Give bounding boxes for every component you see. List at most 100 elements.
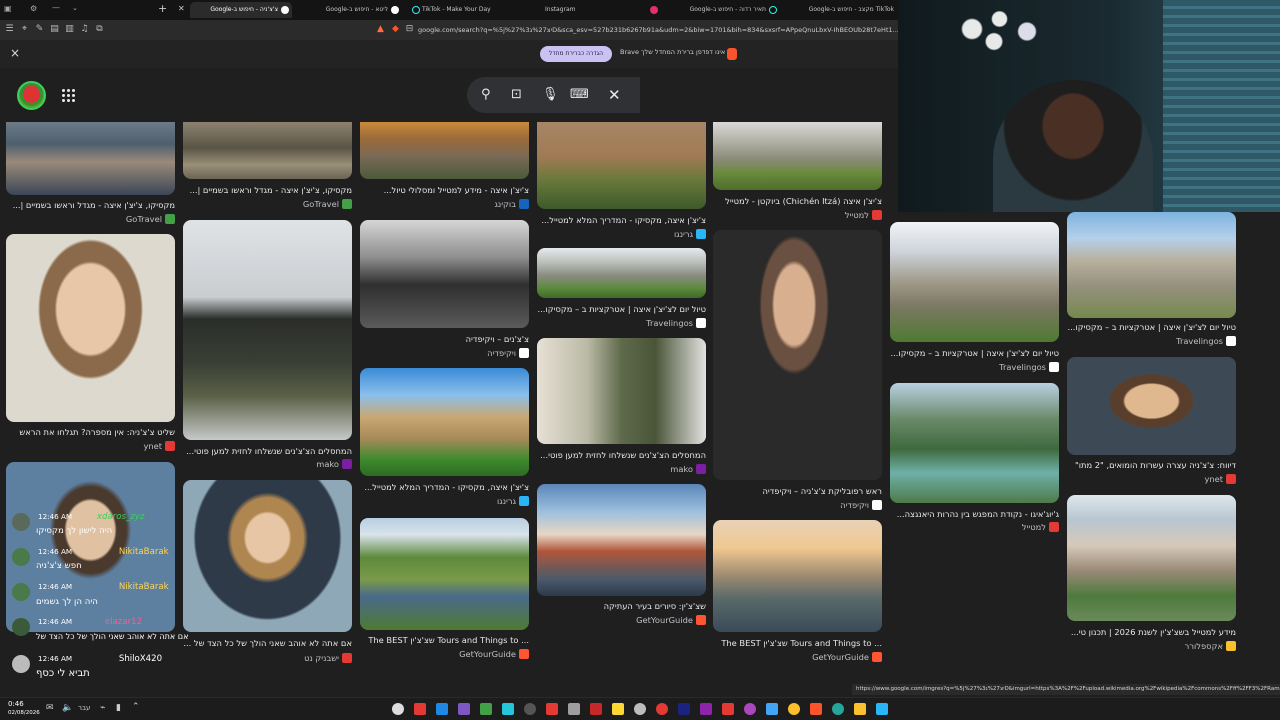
image-result[interactable]: The BEST שצ'צ'ין Tours and Things to ...…	[360, 518, 529, 662]
image-result[interactable]: מקסיקו, צ'יצ'ן איצה - מגדל וראשו בשמיים …	[6, 122, 175, 226]
image-result[interactable]: שצ'צ'ין: סיורים בעיר העתיקה GetYourGuide	[537, 484, 706, 630]
pyramid-image	[890, 222, 1059, 342]
windows-icon[interactable]	[876, 703, 888, 715]
result-source: למטייל	[845, 210, 882, 220]
image-result[interactable]: ג'יוג'איגו - נקודת המפגש בין נהרות היאנג…	[890, 383, 1059, 535]
city-waterfront-image	[537, 484, 706, 596]
app-icon[interactable]	[590, 703, 602, 715]
sidebar-icon[interactable]: ▥	[64, 24, 75, 35]
search-header: ⚲ ⊡ 🎙 ⌨ ✕	[0, 68, 898, 122]
app-icon[interactable]	[788, 703, 800, 715]
app-icon[interactable]	[568, 703, 580, 715]
image-result[interactable]: צ'יצ'ן איצה - מידע למטייל ומסלולי טיול..…	[360, 122, 529, 212]
image-result[interactable]: אם אתה לא אוהב שאני הולך של כל הצד של ..…	[183, 480, 352, 666]
edge-icon[interactable]	[832, 703, 844, 715]
notification-icon[interactable]: ✉	[46, 703, 54, 713]
new-tab-button[interactable]: +	[158, 2, 167, 15]
app-icon[interactable]	[392, 703, 404, 715]
result-caption: המחסלים הצ'צ'נים שנשלחו לחזית למען פוטי.…	[540, 450, 706, 460]
battery-icon[interactable]: ▮	[116, 703, 121, 713]
image-result[interactable]: דיווח: צ'צ'ניה עצרה עשרות הומואים, "2 מת…	[1067, 357, 1236, 487]
image-result[interactable]: צ'יצ'ן איצה, מקסיקו - המדריך המלא למטייל…	[537, 122, 706, 240]
lens-icon[interactable]: ⊡	[511, 86, 522, 104]
app-icon[interactable]	[634, 703, 646, 715]
screenshot-icon[interactable]: ⧉	[94, 24, 105, 35]
app-icon[interactable]	[524, 703, 536, 715]
close-icon[interactable]: ×	[10, 46, 20, 60]
bookmark-icon[interactable]: ⌖	[19, 24, 30, 35]
tab-tiktok[interactable]: TikTok - Make Your Day	[410, 2, 520, 18]
keyboard-icon[interactable]: ⌨	[570, 86, 589, 104]
set-default-button[interactable]: הגדרה כברירת מחדל	[540, 46, 612, 62]
app-icon[interactable]	[436, 703, 448, 715]
search-icon[interactable]: ⚲	[481, 86, 491, 104]
result-source: למטייל	[1022, 522, 1059, 532]
app-icon[interactable]	[458, 703, 470, 715]
close-icon[interactable]: ✕	[608, 86, 621, 104]
chevron-up-icon[interactable]: ⌃	[132, 702, 140, 712]
music-icon[interactable]: ♫	[79, 24, 90, 35]
image-result[interactable]: מקסיקו, צ'יצ'ן איצה - מגדל וראשו בשמיים …	[183, 122, 352, 212]
castle-aerial-image	[1067, 495, 1236, 621]
apps-grid-icon[interactable]	[62, 89, 75, 102]
image-result[interactable]: צ'יצ'ן איצה, מקסיקו - המדריך המלא למטייל…	[360, 368, 529, 506]
search-input[interactable]: ⚲ ⊡ 🎙 ⌨ ✕	[467, 77, 640, 113]
app-icon[interactable]	[612, 703, 624, 715]
window-blinds	[1163, 0, 1280, 212]
tab-chechnya[interactable]: צ'צ'ניה - חיפוש ב-Google	[190, 2, 292, 18]
result-caption: The BEST שצ'צ'ין Tours and Things to ...	[368, 635, 529, 645]
image-result[interactable]: טיול יום לצ'יצ'ן איצה | אטרקציות ב – מקס…	[890, 222, 1059, 374]
image-result[interactable]: טיול יום לצ'יצ'ן איצה | אטרקציות ב – מקס…	[1067, 212, 1236, 350]
avatar	[12, 583, 30, 601]
avatar	[12, 548, 30, 566]
app-icon[interactable]	[546, 703, 558, 715]
image-result[interactable]: צ'צ'נים – ויקיפדיה ויקיפדיה	[360, 220, 529, 360]
chat-text: חפש צ'צ'ניה	[36, 561, 82, 571]
chat-user: elazar12	[104, 617, 143, 627]
tab-lithuania[interactable]: ליטא - חיפוש ב-Google	[310, 2, 402, 18]
app-icon[interactable]	[722, 703, 734, 715]
downloads-icon[interactable]: ▤	[49, 24, 60, 35]
menu-icon[interactable]: ☰	[4, 24, 15, 35]
folder-icon[interactable]	[854, 703, 866, 715]
minimize-icon[interactable]: —	[52, 3, 60, 12]
volume-icon[interactable]: 🔈	[62, 703, 73, 713]
image-result[interactable]: המחסלים הצ'צ'נים שנשלחו לחזית למען פוטי.…	[537, 338, 706, 476]
app-icon[interactable]	[656, 703, 668, 715]
image-result[interactable]: שליט צ'צ'ניה: אין מספרה? תגלחו את הראש y…	[6, 234, 175, 454]
mic-icon[interactable]: 🎙	[542, 86, 559, 104]
app-icon[interactable]	[744, 703, 756, 715]
image-result[interactable]: The BEST שצ'צ'ין Tours and Things to ...…	[713, 520, 882, 666]
agave-pyramid-image	[537, 122, 706, 209]
tab-tair[interactable]: תאיר רדוה - חיפוש ב-Google	[680, 2, 780, 18]
image-result[interactable]: ראש רפובליקת צ'צ'ניה – ויקיפדיה ויקיפדיה	[713, 230, 882, 512]
brave-icon[interactable]	[810, 703, 822, 715]
network-icon[interactable]: ⌁	[100, 703, 105, 713]
app-icon[interactable]	[414, 703, 426, 715]
chevron-down-icon[interactable]: ⌄	[72, 4, 78, 12]
image-result[interactable]: מידע למטייל בשצ'צ'ין לשנת 2026 | תכנון ט…	[1067, 495, 1236, 655]
app-icon[interactable]	[678, 703, 690, 715]
image-result[interactable]: המחסלים הצ'צ'נים שנשלחו לחזית למען פוטי.…	[183, 220, 352, 470]
app-icon[interactable]	[700, 703, 712, 715]
tab-tiktok-search[interactable]: TikTok מקצב - חיפוש ב-Google	[790, 2, 898, 18]
settings-icon[interactable]: ⚙	[30, 4, 37, 13]
result-caption: ראש רפובליקת צ'צ'ניה – ויקיפדיה	[762, 486, 883, 496]
avatar	[12, 618, 30, 636]
language-indicator[interactable]: עבר	[78, 704, 90, 712]
history-icon[interactable]: ✎	[34, 24, 45, 35]
app-icon[interactable]	[480, 703, 492, 715]
avatar[interactable]	[17, 81, 46, 110]
window-menu-icon[interactable]: ▣	[4, 4, 12, 13]
url-field[interactable]: google.com/search?q=%5jיצ%27ג%27%3D&sca_…	[418, 23, 898, 37]
tab-instagram[interactable]: Instagram	[533, 2, 661, 18]
image-result[interactable]: טיול יום לצ'יצ'ן איצה | אטרקציות ב – מקס…	[537, 248, 706, 330]
app-icon[interactable]	[502, 703, 514, 715]
image-result[interactable]: צ'יצ'ן איצה (Chichén Itzá) ביוקטן - למטי…	[713, 122, 882, 222]
close-tab-icon[interactable]: ✕	[178, 4, 185, 13]
app-icon[interactable]	[766, 703, 778, 715]
address-bar: ☰ ⌖ ✎ ▤ ▥ ♫ ⧉ ▲ ◆ ⊟ google.com/search?q=…	[0, 20, 898, 40]
brave-shield-icon[interactable]: ◆	[390, 24, 401, 35]
mountain-valley-image	[890, 383, 1059, 503]
soldier-speech-image	[537, 338, 706, 444]
